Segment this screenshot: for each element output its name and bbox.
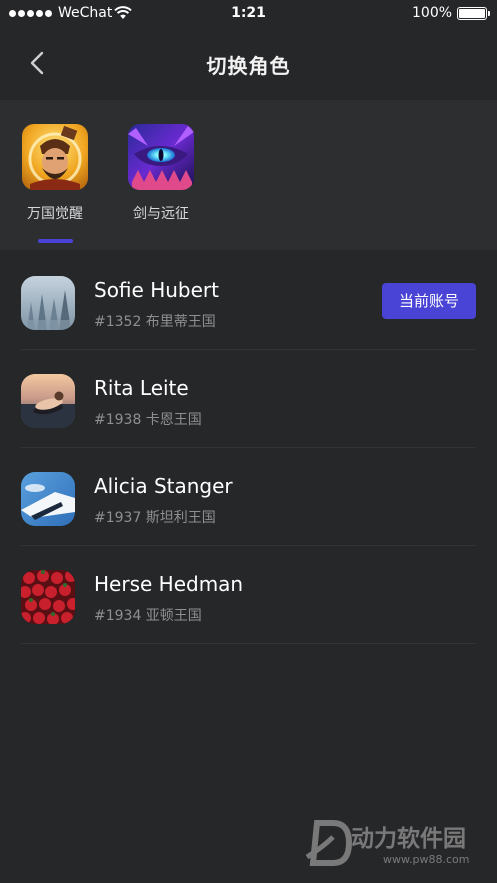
kingdom-info: #1934 亚顿王国 [94, 608, 202, 624]
avatar [21, 570, 75, 624]
kingdom-info: #1938 卡恩王国 [94, 412, 202, 428]
account-list: Sofie Hubert #1352 布里蒂王国 当前账号 Rita Leite… [0, 252, 497, 644]
status-bar: WeChat 1:21 100% [0, 0, 497, 28]
account-name: Rita Leite [94, 376, 189, 400]
game-selector: 万国觉醒 剑与远征 [0, 100, 497, 250]
watermark: 动力软件园 www.pw88.com [303, 815, 493, 877]
watermark-logo-icon [305, 820, 353, 866]
game-icon-dragon [128, 124, 194, 190]
game-icon-warrior [22, 124, 88, 190]
account-row[interactable]: Herse Hedman #1934 亚顿王国 [21, 546, 476, 644]
avatar [21, 374, 75, 428]
account-name: Sofie Hubert [94, 278, 219, 302]
battery-percentage: 100% [412, 5, 453, 21]
nav-bar: 切换角色 [0, 28, 497, 98]
game-tab-rise-of-kingdoms[interactable]: 万国觉醒 [12, 124, 98, 223]
kingdom-info: #1937 斯坦利王国 [94, 510, 216, 526]
watermark-text: 动力软件园 [351, 826, 466, 852]
account-name: Herse Hedman [94, 572, 244, 596]
account-row[interactable]: Rita Leite #1938 卡恩王国 [21, 350, 476, 448]
game-label: 剑与远征 [133, 206, 189, 222]
game-label: 万国觉醒 [27, 206, 83, 222]
account-name: Alicia Stanger [94, 474, 233, 498]
account-row[interactable]: Alicia Stanger #1937 斯坦利王国 [21, 448, 476, 546]
page-title: 切换角色 [206, 54, 291, 78]
avatar [21, 276, 75, 330]
selected-tab-indicator [38, 239, 73, 243]
battery-icon [457, 7, 490, 20]
watermark-url: www.pw88.com [383, 853, 470, 866]
current-account-badge[interactable]: 当前账号 [382, 283, 476, 319]
account-row[interactable]: Sofie Hubert #1352 布里蒂王国 当前账号 [21, 252, 476, 350]
game-tab-afk-arena[interactable]: 剑与远征 [118, 124, 204, 223]
avatar [21, 472, 75, 526]
kingdom-info: #1352 布里蒂王国 [94, 314, 216, 330]
